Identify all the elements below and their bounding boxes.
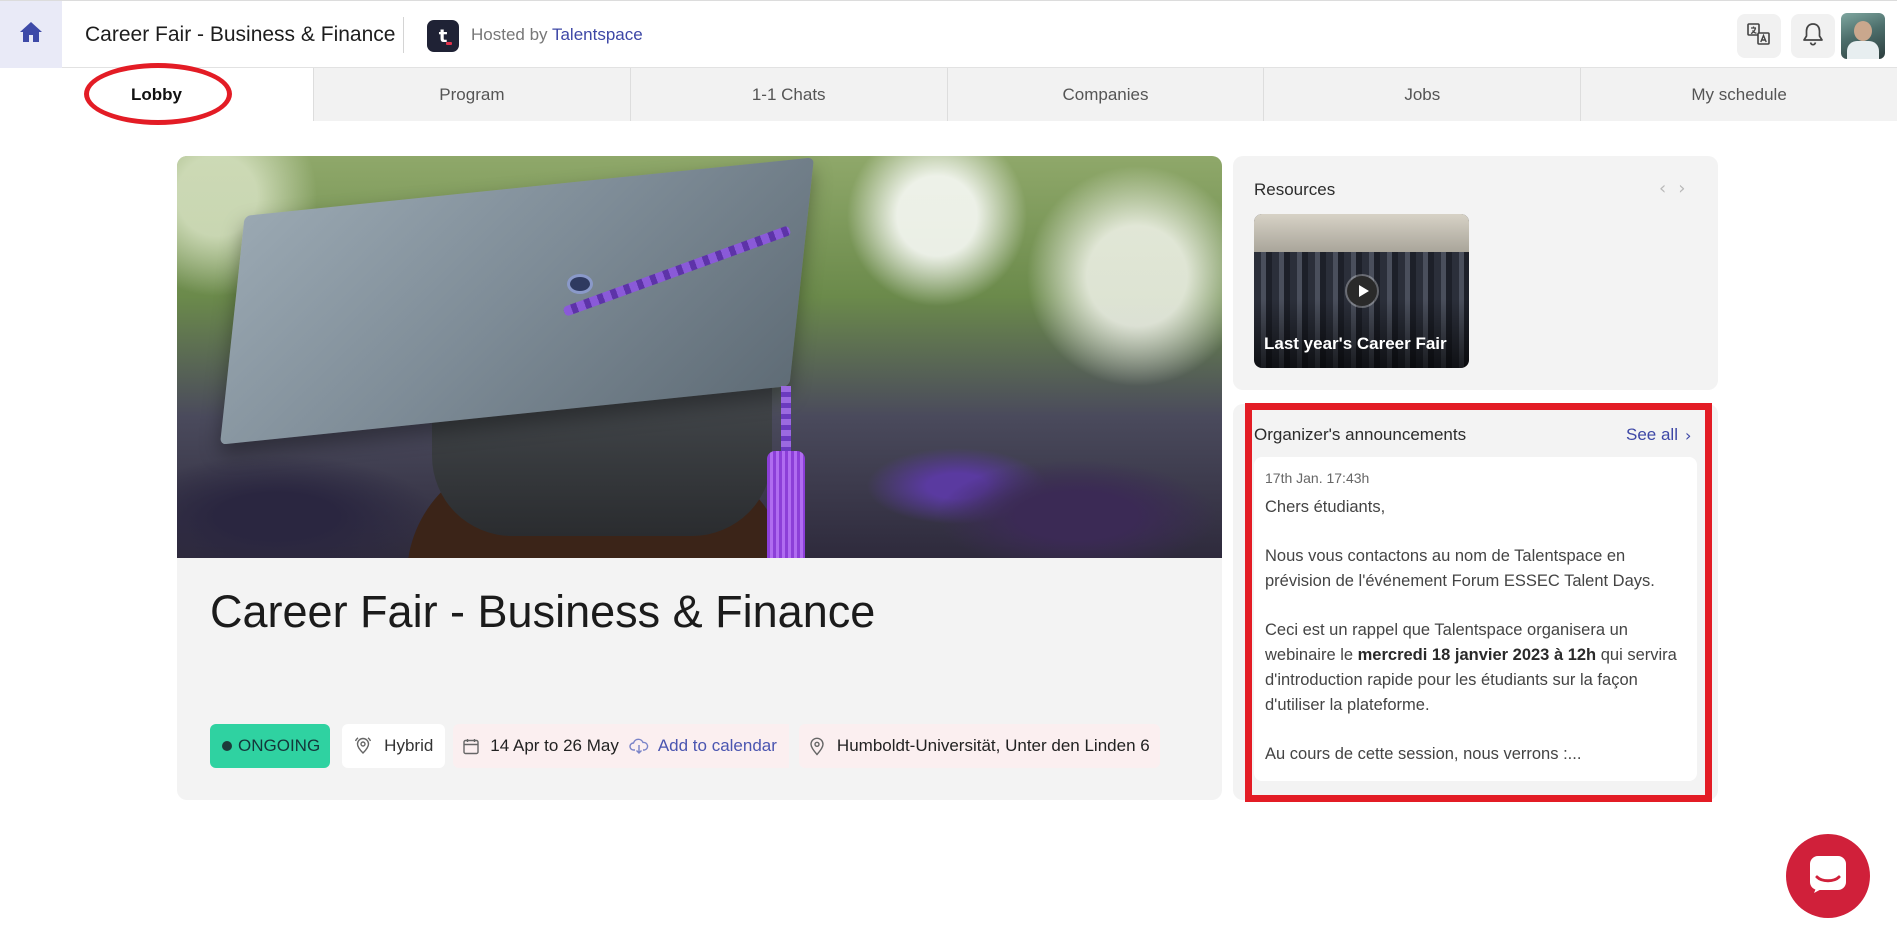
tab-companies[interactable]: Companies	[946, 68, 1264, 121]
date-chip: 14 Apr to 26 May	[453, 724, 629, 768]
add-to-calendar-button[interactable]: Add to calendar	[628, 724, 789, 768]
resource-video-thumbnail[interactable]: Last year's Career Fair	[1254, 214, 1469, 368]
announcement-body: Chers étudiants, Nous vous contactons au…	[1265, 495, 1690, 781]
user-avatar[interactable]	[1841, 13, 1885, 59]
host-name-link[interactable]: Talentspace	[552, 25, 643, 44]
tab-lobby[interactable]: Lobby	[0, 68, 313, 121]
avatar-face	[1854, 21, 1872, 41]
status-label: ONGOING	[238, 736, 321, 755]
location-pin-icon	[809, 737, 825, 756]
announcement-paragraph-2: Ceci est un rappel que Talentspace organ…	[1265, 618, 1690, 718]
banner-tassel-cord	[781, 386, 791, 456]
announcement-greeting: Chers étudiants,	[1265, 498, 1386, 516]
notifications-button[interactable]	[1791, 14, 1835, 58]
status-badge: ONGOING	[210, 724, 331, 768]
see-all-link[interactable]: See all ›	[1626, 425, 1691, 445]
resources-title: Resources	[1254, 180, 1336, 199]
add-to-calendar-label: Add to calendar	[657, 736, 777, 755]
banner-tassel	[767, 451, 805, 558]
tab-1-1-chats[interactable]: 1-1 Chats	[629, 68, 947, 121]
event-title: Career Fair - Business & Finance	[85, 23, 396, 46]
top-bar: Career Fair - Business & Finance t Hoste…	[0, 0, 1897, 68]
announcement-item[interactable]: 17th Jan. 17:43h Chers étudiants, Nous v…	[1254, 457, 1697, 781]
announcement-paragraph-1: Nous vous contactons au nom de Talentspa…	[1265, 547, 1655, 590]
chat-icon	[1807, 853, 1849, 900]
host-logo-dot	[446, 42, 452, 45]
calendar-icon	[463, 738, 479, 755]
chat-launcher-button[interactable]	[1786, 834, 1870, 918]
location-chip: Humboldt-Universität, Unter den Linden 6	[798, 724, 1160, 768]
event-hero-card: Career Fair - Business & Finance ONGOING…	[177, 156, 1222, 800]
avatar-torso	[1847, 41, 1879, 59]
resource-caption: Last year's Career Fair	[1264, 334, 1447, 353]
banner-cap-button	[567, 274, 593, 294]
status-dot-icon	[222, 741, 232, 751]
home-icon	[19, 21, 43, 48]
chevron-right-icon[interactable]: ›	[1678, 178, 1685, 199]
tab-my-schedule[interactable]: My schedule	[1580, 68, 1897, 121]
translate-button[interactable]	[1737, 14, 1781, 58]
event-meta-chips: ONGOING Hybrid 14 Apr to 26 May Add to c…	[210, 724, 1160, 768]
play-icon[interactable]	[1347, 276, 1377, 306]
home-button[interactable]	[0, 1, 62, 68]
video-thumbnail-ceiling	[1254, 214, 1469, 252]
see-all-label: See all	[1626, 425, 1678, 444]
announcement-paragraph-3: Au cours de cette session, nous verrons …	[1265, 745, 1582, 763]
main-nav: Lobby Program 1-1 Chats Companies Jobs M…	[0, 68, 1897, 121]
hybrid-icon	[354, 736, 372, 756]
host-logo: t	[427, 20, 459, 52]
chevron-left-icon[interactable]: ‹	[1659, 178, 1666, 199]
event-banner-image	[177, 156, 1222, 558]
resources-card: Resources ‹ › Last year's Career Fair	[1233, 156, 1718, 390]
translate-icon	[1746, 21, 1772, 52]
event-heading: Career Fair - Business & Finance	[210, 586, 876, 637]
announcement-date-bold: mercredi 18 janvier 2023 à 12h	[1357, 646, 1597, 664]
date-range: 14 Apr to 26 May	[490, 736, 619, 755]
divider	[403, 17, 404, 53]
tab-jobs[interactable]: Jobs	[1263, 68, 1581, 121]
format-label: Hybrid	[384, 736, 434, 755]
announcement-timestamp: 17th Jan. 17:43h	[1265, 470, 1370, 486]
chevron-right-icon: ›	[1684, 425, 1692, 445]
hosted-by: Hosted by Talentspace	[471, 25, 643, 45]
resources-carousel-arrows: ‹ ›	[1659, 178, 1685, 199]
tab-program[interactable]: Program	[313, 68, 630, 121]
bell-icon	[1801, 21, 1825, 52]
hosted-by-prefix: Hosted by	[471, 25, 548, 44]
announcements-card: Organizer's announcements See all › 17th…	[1233, 404, 1718, 800]
location-label: Humboldt-Universität, Unter den Linden 6	[836, 736, 1150, 755]
format-chip: Hybrid	[342, 724, 446, 768]
announcements-title: Organizer's announcements	[1254, 425, 1467, 444]
cloud-download-icon	[629, 738, 649, 754]
